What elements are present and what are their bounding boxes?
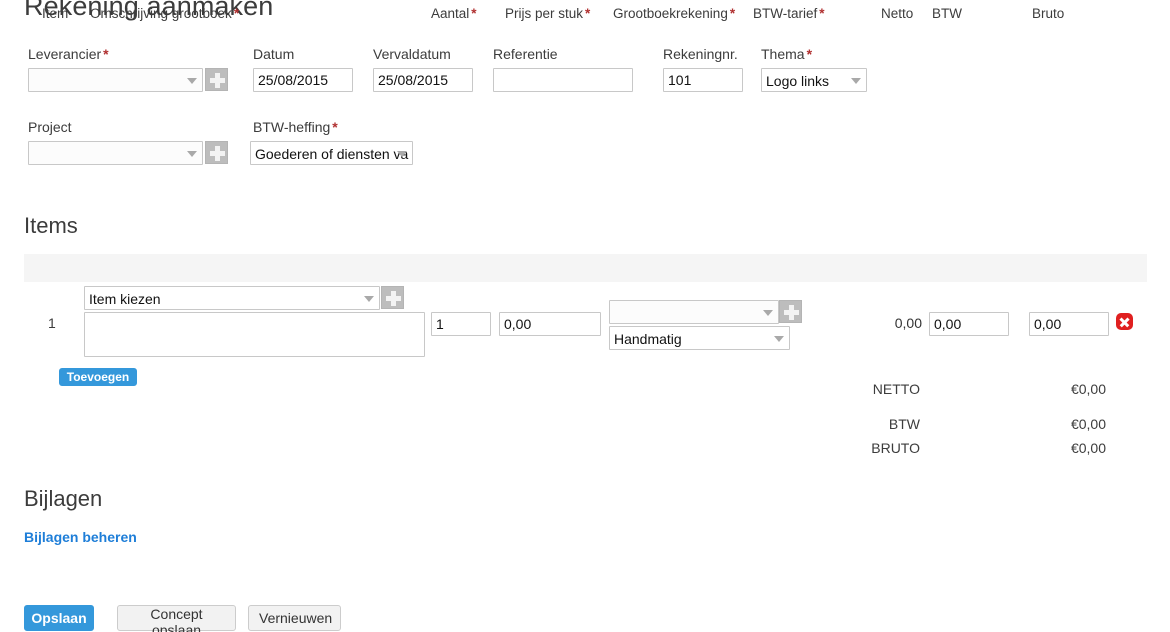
vervaldatum-input[interactable] xyxy=(373,68,473,92)
btw-tarief-value: Handmatig xyxy=(614,331,682,347)
rekeningnr-input[interactable] xyxy=(663,68,743,92)
prijs-per-stuk-input[interactable] xyxy=(499,312,601,336)
project-select[interactable] xyxy=(28,141,203,165)
chevron-down-icon xyxy=(763,310,773,316)
required-marker: * xyxy=(819,6,825,21)
datum-input[interactable] xyxy=(253,68,353,92)
vervaldatum-label: Vervaldatum xyxy=(373,46,451,62)
total-btw-value: €0,00 xyxy=(1070,416,1106,432)
add-grootboekrekening-button[interactable] xyxy=(779,300,802,323)
column-header-netto: Netto xyxy=(881,6,914,21)
bruto-input[interactable] xyxy=(1029,312,1109,336)
item-row-number: 1 xyxy=(48,315,56,331)
total-bruto-value: €0,00 xyxy=(1070,440,1106,456)
chevron-down-icon xyxy=(397,151,407,157)
chevron-down-icon xyxy=(187,151,197,157)
chevron-down-icon xyxy=(364,296,374,302)
chevron-down-icon xyxy=(851,78,861,84)
item-select[interactable]: Item kiezen xyxy=(84,286,380,310)
referentie-input[interactable] xyxy=(493,68,633,92)
add-project-button[interactable] xyxy=(205,141,228,164)
required-marker: * xyxy=(233,6,240,21)
required-marker: * xyxy=(332,119,338,135)
total-netto-value: €0,00 xyxy=(1070,381,1106,397)
rekeningnr-label: Rekeningnr. xyxy=(663,46,738,62)
required-marker: * xyxy=(585,6,591,21)
save-draft-button[interactable]: Concept opslaan xyxy=(117,605,236,632)
refresh-button[interactable]: Vernieuwen xyxy=(248,605,341,631)
thema-select[interactable]: Logo links xyxy=(761,68,867,92)
btw-input[interactable] xyxy=(929,312,1009,336)
thema-label: Thema * xyxy=(761,46,813,62)
invoice-create-page: Rekening aanmaken Leverancier * Datum Ver… xyxy=(0,0,1170,632)
aantal-input[interactable] xyxy=(431,312,491,336)
save-button[interactable]: Opslaan xyxy=(24,605,94,631)
leverancier-select[interactable] xyxy=(28,68,203,92)
required-marker: * xyxy=(729,6,736,21)
add-leverancier-button[interactable] xyxy=(205,68,228,91)
column-header-aantal: Aantal * xyxy=(431,6,477,21)
referentie-label: Referentie xyxy=(493,46,558,62)
total-netto-label: NETTO xyxy=(872,381,920,397)
column-header-bruto: Bruto xyxy=(1032,6,1065,21)
item-select-value: Item kiezen xyxy=(89,291,161,307)
attachments-section-title: Bijlagen xyxy=(24,486,103,511)
column-header-prijs: Prijs per stuk * xyxy=(505,6,591,21)
items-section-title: Items xyxy=(24,213,78,238)
btw-heffing-value: Goederen of diensten va xyxy=(255,146,409,162)
grootboekrekening-select[interactable] xyxy=(609,300,779,324)
required-marker: * xyxy=(103,46,109,62)
btw-tarief-select[interactable]: Handmatig xyxy=(609,326,790,350)
thema-value: Logo links xyxy=(766,73,830,89)
delete-row-icon[interactable] xyxy=(1116,313,1133,330)
column-header-btw-tarief: BTW-tarief * xyxy=(753,6,825,21)
column-header-grootboekrekening: Grootboekrekening * xyxy=(613,6,736,21)
total-btw-label: BTW xyxy=(888,416,920,432)
netto-value: 0,00 xyxy=(894,315,922,331)
btw-heffing-label: BTW-heffing * xyxy=(253,119,338,135)
items-table-header xyxy=(24,254,1147,282)
add-row-button[interactable]: Toevoegen xyxy=(59,368,137,386)
required-marker: * xyxy=(471,6,477,21)
column-header-btw: BTW xyxy=(932,6,962,21)
project-label: Project xyxy=(28,119,72,135)
manage-attachments-link[interactable]: Bijlagen beheren xyxy=(24,529,137,545)
add-item-button[interactable] xyxy=(381,286,404,309)
btw-heffing-select[interactable]: Goederen of diensten va xyxy=(250,141,413,165)
total-bruto-label: BRUTO xyxy=(871,440,920,456)
chevron-down-icon xyxy=(774,336,784,342)
description-textarea[interactable] xyxy=(84,312,425,357)
required-marker: * xyxy=(806,46,813,62)
column-header-item: Item xyxy=(42,6,69,21)
leverancier-label: Leverancier * xyxy=(28,46,109,62)
chevron-down-icon xyxy=(187,78,197,84)
datum-label: Datum xyxy=(253,46,295,62)
column-header-omschrijving: Omschrijving grootboek * xyxy=(90,6,240,21)
